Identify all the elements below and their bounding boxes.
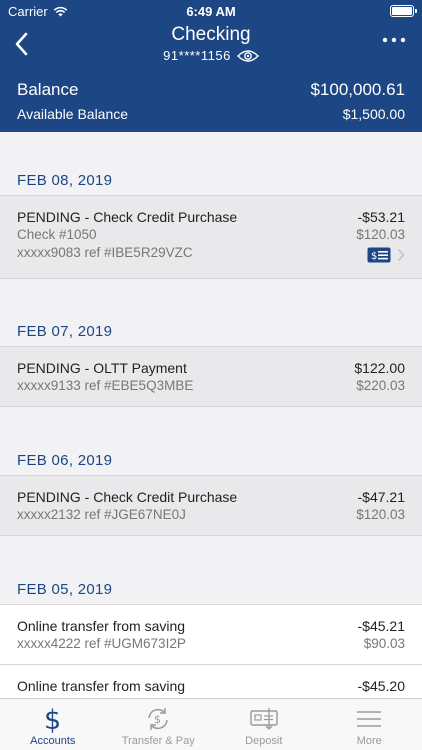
- transaction-title: Online transfer from saving: [17, 618, 186, 634]
- transaction-running-balance: $220.03: [356, 378, 405, 393]
- transaction-running-balance: $120.03: [356, 507, 405, 522]
- transaction-amount: -$47.21: [357, 489, 405, 505]
- nav-bar: Checking 91****1156: [0, 22, 422, 70]
- tab-deposit[interactable]: Deposit: [211, 699, 317, 750]
- svg-text:$: $: [154, 713, 161, 726]
- transaction-title: Online transfer from saving: [17, 678, 186, 694]
- battery-icon: [390, 5, 417, 17]
- hamburger-menu-icon: [357, 711, 382, 727]
- transaction-reference: xxxxx2132 ref #JGE67NE0J: [17, 507, 186, 522]
- date-group: FEB 08, 2019 PENDING - Check Credit Purc…: [0, 134, 422, 279]
- transaction-reference: xxxxx9083 ref #IBE5R29VZC: [17, 245, 193, 260]
- balance-label: Balance: [17, 80, 79, 99]
- dollar-icon: $: [44, 705, 61, 733]
- date-group: FEB 05, 2019 Online transfer from saving…: [0, 536, 422, 705]
- tab-more[interactable]: More: [317, 699, 422, 750]
- account-number: 91****1156: [163, 48, 231, 63]
- transaction-title: PENDING - Check Credit Purchase: [17, 489, 238, 505]
- transaction-running-balance: $90.03: [363, 636, 405, 651]
- svg-text:$: $: [371, 251, 377, 262]
- date-header: FEB 07, 2019: [17, 323, 113, 340]
- svg-text:$: $: [44, 705, 61, 733]
- tab-label: Deposit: [245, 735, 283, 747]
- tab-label: Accounts: [30, 735, 76, 747]
- transaction-row[interactable]: PENDING - OLTT Payment $122.00 xxxxx9133…: [0, 346, 422, 407]
- transaction-row[interactable]: PENDING - Check Credit Purchase -$47.21 …: [0, 475, 422, 536]
- tab-bar: $ Accounts $ Transfer & Pay Deposit More: [0, 698, 422, 750]
- more-options-icon[interactable]: [382, 36, 406, 44]
- account-number-row: 91****1156: [0, 48, 422, 63]
- eye-icon[interactable]: [236, 49, 259, 63]
- chevron-right-icon: [397, 248, 405, 262]
- balance-value: $100,000.61: [310, 80, 405, 99]
- transaction-title: PENDING - OLTT Payment: [17, 360, 187, 376]
- clock: 6:49 AM: [186, 4, 236, 19]
- available-balance-label: Available Balance: [17, 106, 129, 122]
- date-group: FEB 07, 2019 PENDING - OLTT Payment $122…: [0, 279, 422, 407]
- tab-label: Transfer & Pay: [121, 735, 195, 747]
- date-group: FEB 06, 2019 PENDING - Check Credit Purc…: [0, 407, 422, 536]
- transaction-amount: -$45.20: [357, 678, 405, 694]
- transaction-running-balance: $120.03: [356, 227, 405, 242]
- date-header: FEB 08, 2019: [17, 172, 113, 189]
- tab-label: More: [356, 735, 382, 747]
- balance-row: Balance $100,000.61: [0, 80, 422, 100]
- page-title: Checking: [171, 24, 251, 45]
- check-image-icon[interactable]: $: [367, 247, 391, 263]
- date-header: FEB 06, 2019: [17, 452, 113, 469]
- available-balance-row: Available Balance $1,500.00: [0, 106, 422, 122]
- transaction-list: FEB 08, 2019 PENDING - Check Credit Purc…: [0, 132, 422, 705]
- date-header: FEB 05, 2019: [17, 581, 113, 598]
- tab-transfer-pay[interactable]: $ Transfer & Pay: [106, 699, 212, 750]
- status-bar: Carrier 6:49 AM: [0, 0, 422, 22]
- tab-accounts[interactable]: $ Accounts: [0, 699, 106, 750]
- available-balance-value: $1,500.00: [342, 106, 405, 122]
- account-header: Carrier 6:49 AM Checking 91****1156 Bala…: [0, 0, 422, 132]
- transaction-reference: xxxxx9133 ref #EBE5Q3MBE: [17, 378, 194, 393]
- transaction-amount: $122.00: [354, 360, 405, 376]
- transaction-amount: -$45.21: [357, 618, 405, 634]
- transaction-title: PENDING - Check Credit Purchase: [17, 209, 238, 225]
- transaction-row[interactable]: PENDING - Check Credit Purchase -$53.21 …: [0, 195, 422, 279]
- check-deposit-icon: [250, 708, 278, 730]
- transaction-reference: xxxxx4222 ref #UGM673I2P: [17, 636, 186, 651]
- transaction-row[interactable]: Online transfer from saving -$45.21 xxxx…: [0, 604, 422, 665]
- transaction-amount: -$53.21: [357, 209, 405, 225]
- transfer-cycle-icon: $: [148, 708, 168, 730]
- transaction-detail: Check #1050: [17, 227, 97, 242]
